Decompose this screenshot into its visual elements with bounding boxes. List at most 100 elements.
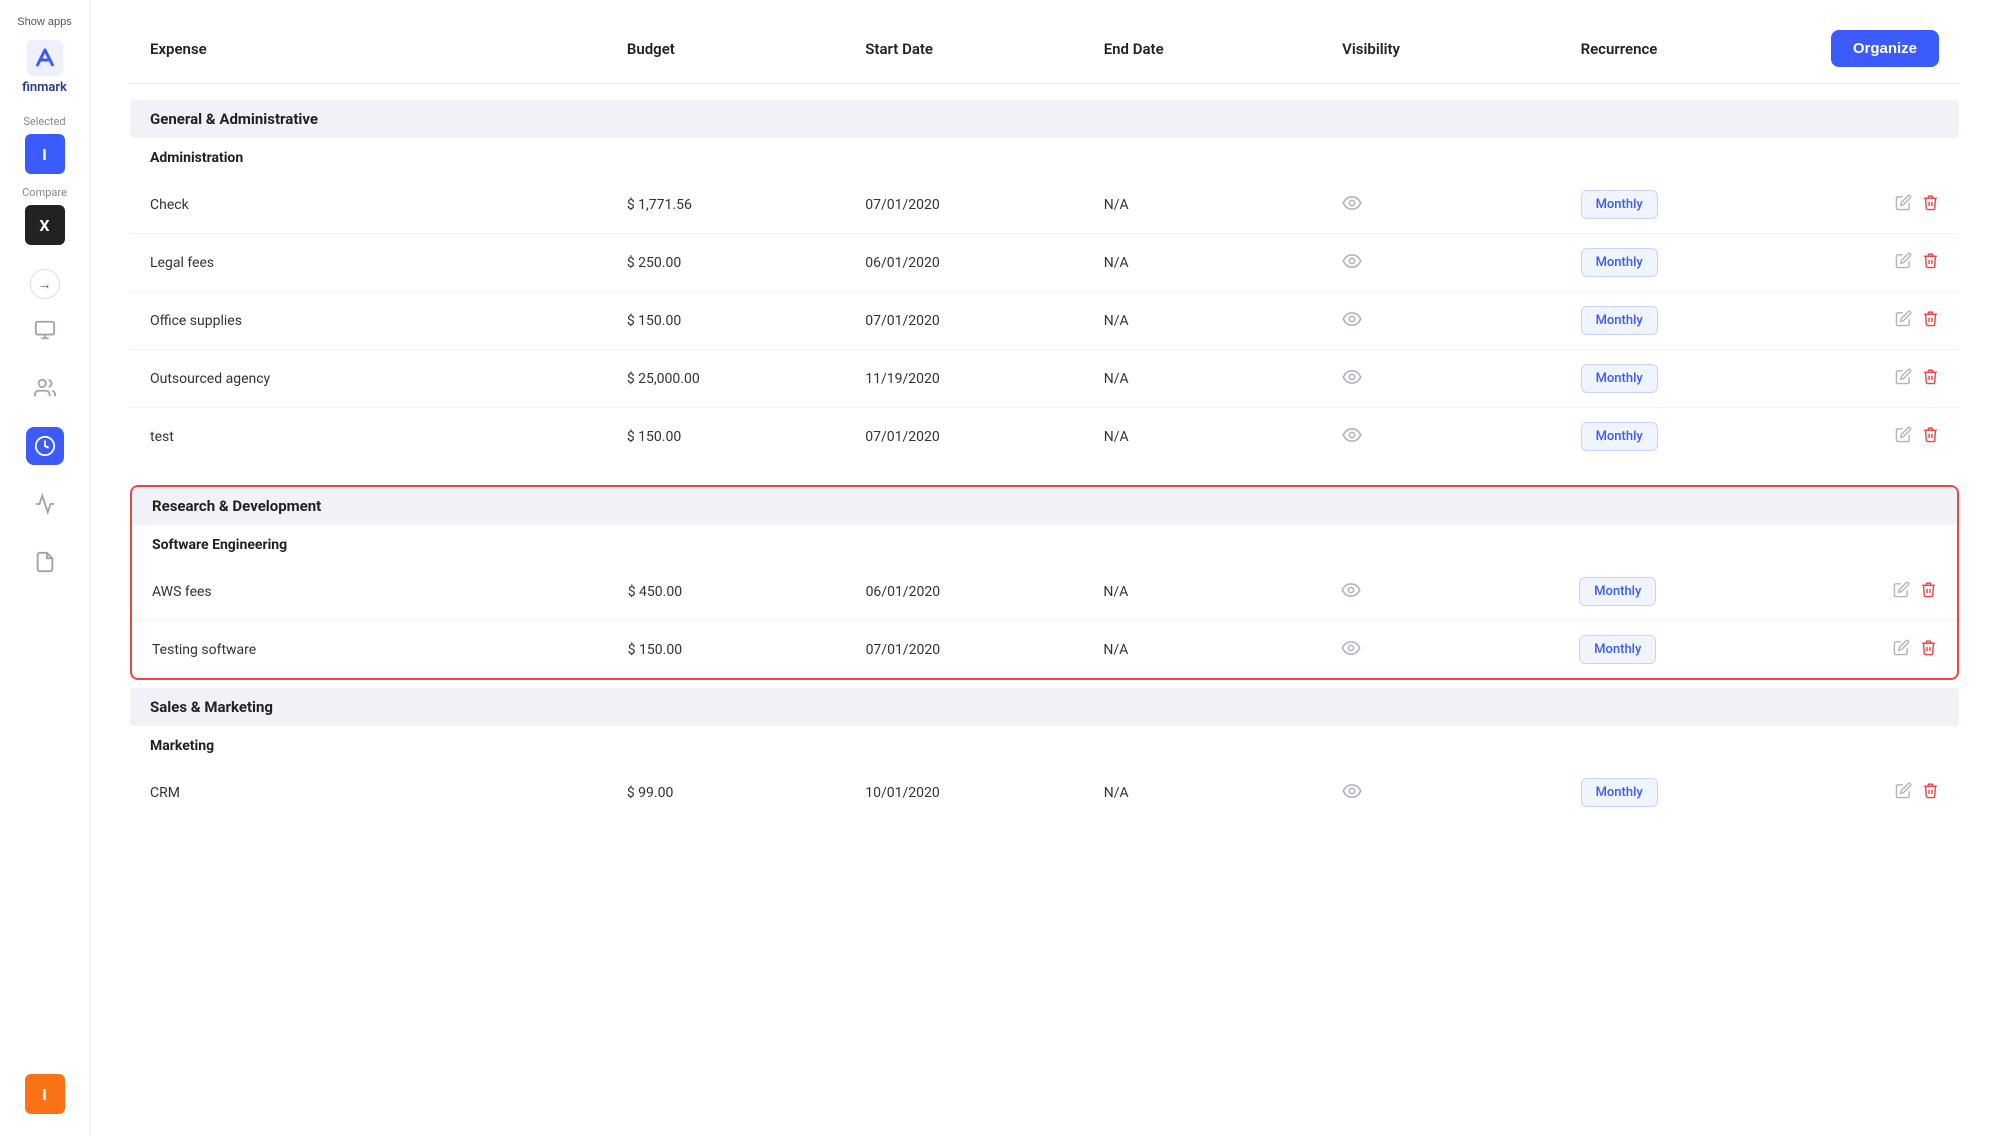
actions-cell — [1895, 426, 1939, 448]
sidebar: Show apps finmark Selected I Compare X → — [0, 0, 90, 1136]
sidebar-toggle-button[interactable]: → — [30, 269, 60, 299]
expense-cell: Office supplies — [150, 313, 627, 329]
sidebar-bottom: I — [25, 1064, 65, 1124]
visibility-icon[interactable] — [1341, 581, 1579, 602]
table-row: Check $ 1,771.56 07/01/2020 N/A Monthly — [130, 176, 1959, 234]
user-avatar[interactable]: I — [25, 1074, 65, 1114]
highlighted-section: Research & DevelopmentSoftware Engineeri… — [130, 485, 1959, 680]
delete-button[interactable] — [1920, 581, 1937, 603]
visibility-icon[interactable] — [1342, 194, 1580, 215]
actions-cell — [1895, 194, 1939, 216]
nav-chart-icon[interactable] — [26, 485, 64, 523]
end-date-cell: N/A — [1104, 371, 1342, 387]
delete-button[interactable] — [1922, 310, 1939, 332]
expense-cell: Outsourced agency — [150, 371, 627, 387]
recurrence-badge[interactable]: Monthly — [1581, 190, 1658, 219]
edit-button[interactable] — [1895, 310, 1912, 332]
budget-cell: $ 250.00 — [627, 255, 865, 271]
show-apps-button[interactable]: Show apps — [11, 12, 77, 32]
section-group: Sales & MarketingMarketing CRM $ 99.00 1… — [130, 688, 1959, 821]
budget-cell: $ 450.00 — [628, 584, 866, 600]
budget-cell: $ 1,771.56 — [627, 197, 865, 213]
end-date-cell: N/A — [1104, 197, 1342, 213]
start-date-cell: 07/01/2020 — [866, 642, 1104, 658]
compare-avatar[interactable]: X — [25, 205, 65, 245]
delete-button[interactable] — [1922, 252, 1939, 274]
recurrence-cell: Monthly — [1581, 778, 1819, 807]
delete-button[interactable] — [1922, 426, 1939, 448]
selected-avatar[interactable]: I — [25, 134, 65, 174]
recurrence-cell: Monthly — [1579, 635, 1817, 664]
budget-cell: $ 99.00 — [627, 785, 865, 801]
nav-expenses-icon[interactable] — [26, 427, 64, 465]
main-content: Expense Budget Start Date End Date Visib… — [90, 0, 1999, 1136]
compare-section: Compare X — [0, 186, 89, 245]
sections-container: General & AdministrativeAdministration C… — [130, 100, 1959, 833]
recurrence-badge[interactable]: Monthly — [1579, 635, 1656, 664]
delete-button[interactable] — [1922, 194, 1939, 216]
subsection-header: Administration — [130, 140, 1959, 176]
delete-button[interactable] — [1922, 782, 1939, 804]
visibility-icon[interactable] — [1342, 368, 1580, 389]
visibility-icon[interactable] — [1342, 252, 1580, 273]
table-row: CRM $ 99.00 10/01/2020 N/A Monthly — [130, 764, 1959, 821]
budget-cell: $ 25,000.00 — [627, 371, 865, 387]
delete-button[interactable] — [1920, 639, 1937, 661]
compare-label: Compare — [22, 186, 67, 199]
budget-cell: $ 150.00 — [628, 642, 866, 658]
visibility-icon[interactable] — [1342, 310, 1580, 331]
col-start-date: Start Date — [865, 40, 1103, 58]
visibility-icon[interactable] — [1341, 639, 1579, 660]
table-row: Legal fees $ 250.00 06/01/2020 N/A Month… — [130, 234, 1959, 292]
section-group: General & AdministrativeAdministration C… — [130, 100, 1959, 465]
subsection-header: Marketing — [130, 728, 1959, 764]
recurrence-cell: Monthly — [1581, 364, 1819, 393]
end-date-cell: N/A — [1104, 313, 1342, 329]
recurrence-cell: Monthly — [1579, 577, 1817, 606]
visibility-icon[interactable] — [1342, 782, 1580, 803]
start-date-cell: 07/01/2020 — [865, 313, 1103, 329]
selected-label: Selected — [23, 115, 65, 128]
col-budget: Budget — [627, 40, 865, 58]
selected-section: Selected I — [0, 115, 89, 174]
table-row: Office supplies $ 150.00 07/01/2020 N/A … — [130, 292, 1959, 350]
edit-button[interactable] — [1895, 252, 1912, 274]
start-date-cell: 10/01/2020 — [865, 785, 1103, 801]
edit-button[interactable] — [1895, 368, 1912, 390]
start-date-cell: 11/19/2020 — [865, 371, 1103, 387]
budget-cell: $ 150.00 — [627, 429, 865, 445]
edit-button[interactable] — [1895, 194, 1912, 216]
edit-button[interactable] — [1895, 782, 1912, 804]
recurrence-badge[interactable]: Monthly — [1581, 364, 1658, 393]
edit-button[interactable] — [1893, 639, 1910, 661]
end-date-cell: N/A — [1103, 642, 1341, 658]
table-header: Expense Budget Start Date End Date Visib… — [130, 30, 1959, 84]
recurrence-badge[interactable]: Monthly — [1581, 306, 1658, 335]
actions-cell — [1893, 581, 1937, 603]
organize-button[interactable]: Organize — [1831, 30, 1939, 67]
table-row: Testing software $ 150.00 07/01/2020 N/A… — [132, 621, 1957, 678]
edit-button[interactable] — [1893, 581, 1910, 603]
app-name: finmark — [22, 80, 67, 95]
section-header: General & Administrative — [130, 100, 1959, 138]
nav-document-icon[interactable] — [26, 543, 64, 581]
logo: finmark — [22, 40, 67, 95]
recurrence-badge[interactable]: Monthly — [1581, 422, 1658, 451]
table-row: Outsourced agency $ 25,000.00 11/19/2020… — [130, 350, 1959, 408]
recurrence-cell: Monthly — [1581, 190, 1819, 219]
section-header: Sales & Marketing — [130, 688, 1959, 726]
edit-button[interactable] — [1895, 426, 1912, 448]
recurrence-badge[interactable]: Monthly — [1579, 577, 1656, 606]
start-date-cell: 06/01/2020 — [866, 584, 1104, 600]
finmark-logo-icon — [27, 40, 63, 76]
recurrence-cell: Monthly — [1581, 422, 1819, 451]
nav-monitor-icon[interactable] — [26, 311, 64, 349]
nav-people-icon[interactable] — [26, 369, 64, 407]
recurrence-badge[interactable]: Monthly — [1581, 248, 1658, 277]
recurrence-badge[interactable]: Monthly — [1581, 778, 1658, 807]
expense-cell: Legal fees — [150, 255, 627, 271]
delete-button[interactable] — [1922, 368, 1939, 390]
sidebar-nav — [26, 311, 64, 1064]
start-date-cell: 07/01/2020 — [865, 197, 1103, 213]
visibility-icon[interactable] — [1342, 426, 1580, 447]
